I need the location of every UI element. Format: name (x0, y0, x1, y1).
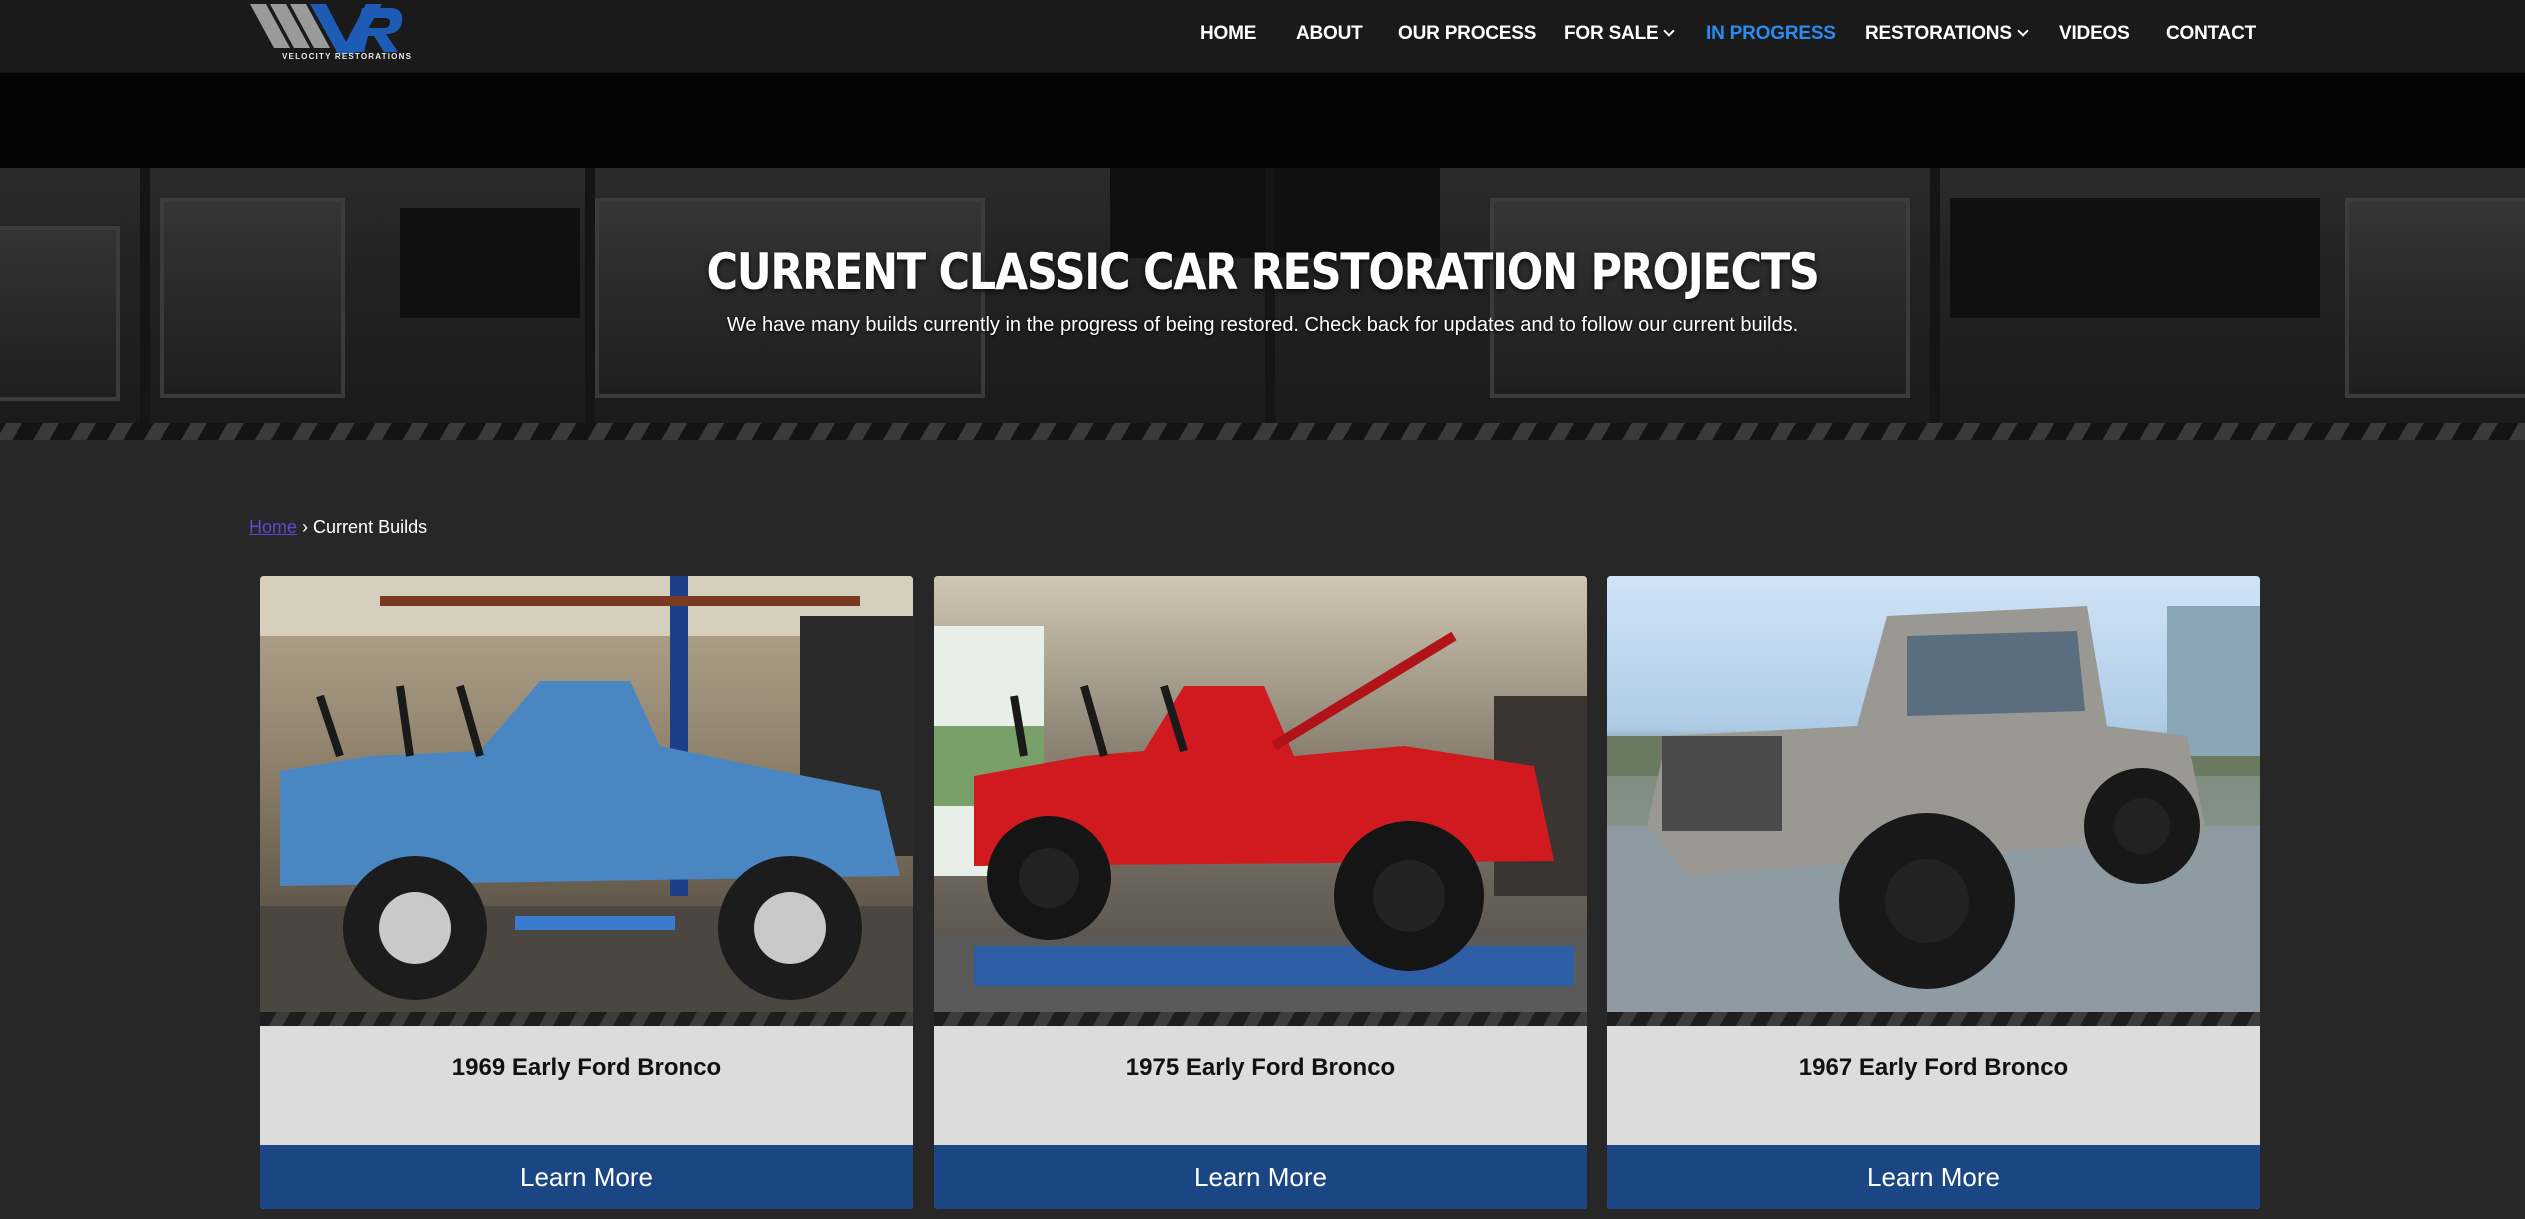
header-spacer-band (0, 73, 2525, 168)
nav-for-sale-label: FOR SALE (1564, 23, 1659, 44)
logo-tagline: VELOCITY RESTORATIONS (282, 52, 413, 61)
truck-photo-icon (934, 576, 1587, 1012)
learn-more-button[interactable]: Learn More (934, 1145, 1587, 1209)
build-title: 1975 Early Ford Bronco (1125, 1054, 1396, 1081)
hazard-pattern (0, 423, 2525, 440)
hazard-stripe (1607, 1012, 2260, 1026)
hazard-stripe (260, 1012, 913, 1026)
nav-our-process[interactable]: OUR PROCESS (1398, 23, 1536, 45)
nav-about[interactable]: ABOUT (1296, 23, 1363, 45)
build-title: 1969 Early Ford Bronco (451, 1054, 722, 1081)
nav-restorations[interactable]: RESTORATIONS (1865, 23, 2029, 45)
build-card[interactable]: 1967 Early Ford Bronco Learn More (1607, 576, 2260, 1209)
truck-photo-icon (1607, 576, 2260, 1012)
learn-more-button[interactable]: Learn More (260, 1145, 913, 1209)
build-photo[interactable] (934, 576, 1587, 1012)
build-photo[interactable] (1607, 576, 2260, 1012)
page-subtitle: We have many builds currently in the pro… (726, 314, 1799, 336)
site-header: VELOCITY RESTORATIONS HOME ABOUT OUR PRO… (0, 0, 2525, 73)
build-card[interactable]: 1975 Early Ford Bronco Learn More (934, 576, 1587, 1209)
breadcrumb-home-link[interactable]: Home (249, 517, 297, 537)
breadcrumb: Home › Current Builds (249, 517, 427, 538)
learn-more-button[interactable]: Learn More (1607, 1145, 2260, 1209)
hero-hazard-stripe (0, 423, 2525, 440)
nav-in-progress[interactable]: IN PROGRESS (1706, 23, 1836, 45)
nav-videos[interactable]: VIDEOS (2059, 23, 2130, 45)
nav-restorations-label: RESTORATIONS (1865, 23, 2012, 44)
chevron-down-icon (2017, 25, 2029, 37)
build-photo[interactable] (260, 576, 913, 1012)
hazard-stripe (934, 1012, 1587, 1026)
nav-contact[interactable]: CONTACT (2166, 23, 2256, 45)
page-title: CURRENT CLASSIC CAR RESTORATION PROJECTS (706, 243, 1819, 301)
build-card[interactable]: 1969 Early Ford Bronco Learn More (260, 576, 913, 1209)
nav-home[interactable]: HOME (1200, 23, 1256, 45)
build-title: 1967 Early Ford Bronco (1798, 1054, 2069, 1081)
hero-banner: CURRENT CLASSIC CAR RESTORATION PROJECTS… (0, 168, 2525, 423)
logo[interactable]: VELOCITY RESTORATIONS (250, 2, 411, 64)
breadcrumb-separator: › (302, 517, 309, 537)
truck-photo-icon (260, 576, 913, 1012)
nav-for-sale[interactable]: FOR SALE (1564, 23, 1676, 45)
chevron-down-icon (1663, 25, 1676, 37)
breadcrumb-current: Current Builds (313, 517, 428, 537)
